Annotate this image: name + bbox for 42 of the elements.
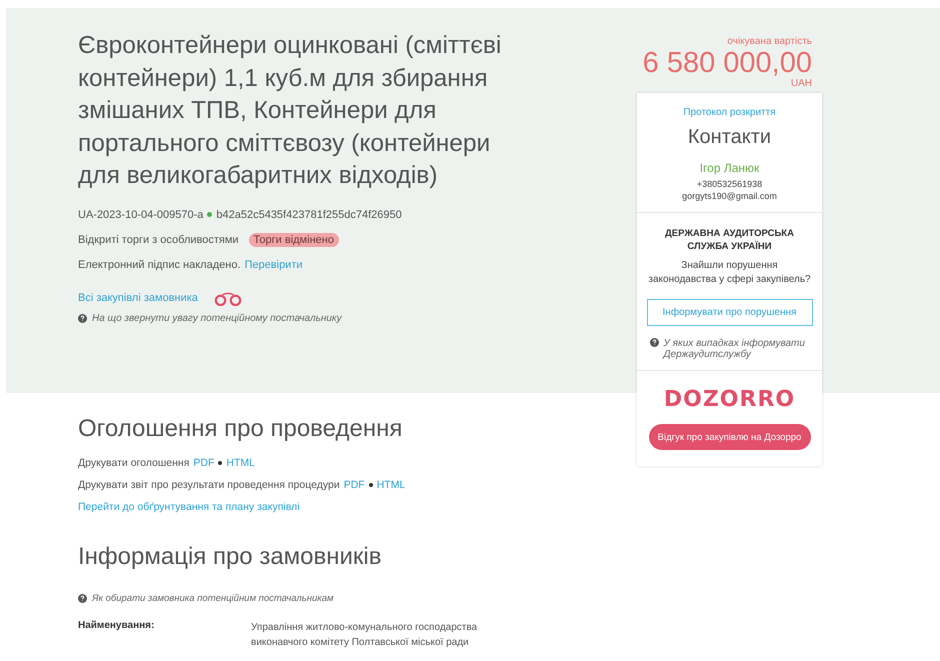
status-dot-icon: [207, 212, 212, 217]
tender-title: Євроконтейнери оцинковані (сміттєві контейнери) 1,1 куб.м для збирання змішаних ТПВ, Контейнери для портального сміттєвозу (контейнери для великогабаритних відходів): [78, 31, 502, 191]
section-heading: Оголошення про проведення: [78, 415, 402, 443]
protocol-link[interactable]: Протокол розкриття: [683, 107, 776, 118]
price-label: очікувана вартість: [727, 36, 812, 47]
tender-hash: b42a52c5435f423781f255dc74f26950: [216, 208, 402, 220]
field-label: Найменування:: [78, 620, 156, 633]
audit-question: Знайшли порушення законодавства у сфері закупівель?: [647, 259, 812, 287]
help-text: У яких випадках інформувати Держаудитслужбу: [664, 338, 806, 360]
report-violation-button[interactable]: Інформувати про порушення: [646, 299, 812, 326]
binoculars-icon: [214, 290, 242, 306]
currency-label: UAH: [790, 79, 812, 89]
field-value: Управління житлово-комунального господарства виконавчого комітету Полтавської міської ради: [251, 621, 478, 650]
print-link[interactable]: PDF: [344, 479, 365, 491]
print-label: Друкувати звіт про результати проведення процедури: [78, 479, 340, 491]
plan-link[interactable]: Перейти до обґрунтування та плану закупівлі: [78, 501, 300, 513]
help-text: Як обирати замовника потенційним постачальникам: [92, 593, 334, 604]
contact-email: gorgyts190@gmail.com: [682, 190, 777, 202]
separator-dot-icon: [368, 483, 373, 487]
section-heading: Інформація про замовників: [78, 543, 382, 571]
help-icon: [78, 314, 87, 322]
customer-purchases-link[interactable]: Всі закупівлі замовника: [78, 292, 198, 304]
help-text: На що звернути увагу потенційному постачальнику: [92, 312, 342, 324]
help-icon: [650, 338, 658, 347]
feedback-button[interactable]: Відгук про закупівлю на Дозорро: [648, 424, 810, 450]
status-badge: Торги відмінено: [248, 232, 339, 246]
verify-link[interactable]: Перевірити: [244, 258, 303, 270]
help-icon: [78, 594, 87, 603]
audit-heading: ДЕРЖАВНА АУДИТОРСЬКА СЛУЖБА УКРАЇНИ: [664, 227, 795, 253]
signature-text: Електронний підпис накладено.: [78, 258, 241, 270]
contact-name: Ігор Ланюк: [700, 161, 760, 175]
dozorro-logo: DOZORRO: [664, 387, 796, 412]
procedure-type: Відкриті торги з особливостями: [78, 234, 239, 246]
print-link[interactable]: HTML: [226, 457, 255, 469]
print-link[interactable]: PDF: [193, 457, 214, 469]
print-label: Друкувати оголошення: [78, 457, 190, 469]
separator-dot-icon: [218, 461, 222, 465]
tender-id: UA-2023-10-04-009570-a: [78, 208, 204, 220]
contact-phone: +380532561938: [696, 178, 762, 190]
print-link[interactable]: HTML: [376, 479, 406, 491]
price-value: 6 580 000,00: [642, 47, 812, 79]
contacts-heading: Контакти: [688, 126, 772, 149]
